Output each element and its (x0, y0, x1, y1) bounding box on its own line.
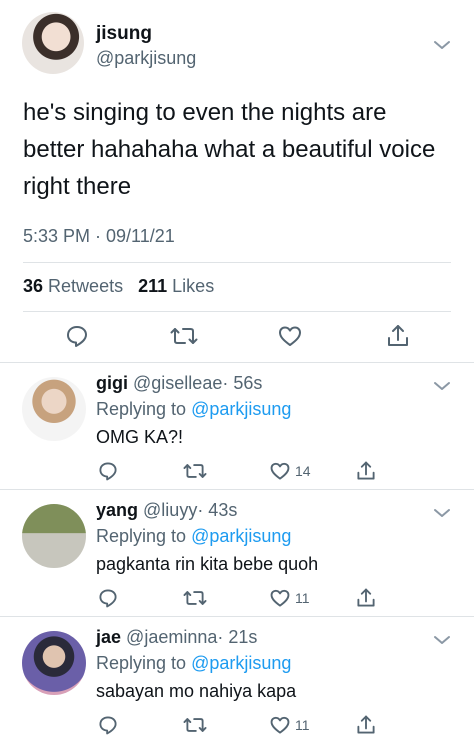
likes-stat[interactable]: 211 Likes (138, 276, 214, 296)
reply-tweet[interactable]: gigi @giselleae· 56s Replying to @parkji… (0, 363, 474, 489)
reply-text: sabayan mo nahiya kapa (96, 681, 297, 701)
tweet-text: he's singing to even the nights are bett… (23, 99, 436, 200)
author-name[interactable]: jae (96, 627, 121, 647)
retweet-button[interactable] (183, 587, 207, 609)
like-button[interactable]: 11 (269, 587, 310, 609)
reply-button[interactable] (97, 587, 119, 609)
reply-icon (67, 326, 87, 347)
tweet-stats: 36 Retweets 211 Likes (23, 276, 214, 297)
retweets-count: 36 (23, 276, 44, 296)
reply-actions: 11 (0, 714, 474, 738)
retweet-button[interactable] (183, 714, 207, 736)
like-count: 11 (295, 717, 310, 733)
mention-link[interactable]: @parkjisung (191, 653, 291, 673)
reply-button[interactable] (97, 714, 119, 736)
reply-header: jae @jaeminna· 21s (96, 627, 257, 648)
reply-time: · 21s (217, 627, 258, 647)
reply-button[interactable] (97, 460, 119, 482)
author-name[interactable]: gigi (96, 373, 128, 393)
avatar[interactable] (22, 12, 84, 74)
reply-actions: 14 (0, 460, 474, 484)
reply-button[interactable] (64, 323, 90, 349)
share-button[interactable] (385, 323, 411, 349)
author-name[interactable]: jisung (96, 23, 152, 45)
reply-tweet[interactable]: yang @liuyy· 43s Replying to @parkjisung… (0, 490, 474, 616)
divider (23, 311, 451, 312)
mention-link[interactable]: @parkjisung (191, 526, 291, 546)
avatar[interactable] (22, 504, 86, 568)
tweet-actions (0, 323, 474, 353)
reply-text: pagkanta rin kita bebe quoh (96, 554, 319, 574)
author-name[interactable]: yang (96, 500, 138, 520)
share-button[interactable] (355, 714, 377, 736)
heart-icon (270, 462, 290, 480)
retweet-icon (183, 718, 207, 732)
reply-header: yang @liuyy· 43s (96, 500, 237, 521)
chevron-down-icon[interactable] (432, 506, 452, 520)
like-button[interactable] (277, 323, 303, 349)
likes-count: 211 (138, 276, 168, 296)
reply-actions: 11 (0, 587, 474, 611)
replying-to: Replying to @parkjisung (96, 399, 291, 420)
reply-icon (99, 462, 117, 481)
avatar[interactable] (22, 631, 86, 695)
replying-prefix: Replying to (96, 399, 187, 419)
divider (23, 262, 451, 263)
replying-to: Replying to @parkjisung (96, 526, 291, 547)
heart-icon (270, 716, 290, 734)
share-icon (357, 461, 375, 480)
reply-icon (99, 716, 117, 735)
reply-header: gigi @giselleae· 56s (96, 373, 262, 394)
share-icon (357, 588, 375, 607)
reply-time: · 43s (197, 500, 238, 520)
mention-link[interactable]: @parkjisung (191, 399, 291, 419)
heart-icon (279, 326, 301, 346)
author-handle[interactable]: @liuyy (143, 500, 197, 520)
retweets-stat[interactable]: 36 Retweets (23, 276, 123, 296)
avatar[interactable] (22, 377, 86, 441)
reply-tweet[interactable]: jae @jaeminna· 21s Replying to @parkjisu… (0, 617, 474, 743)
author-handle[interactable]: @jaeminna (126, 627, 217, 647)
replying-prefix: Replying to (96, 653, 187, 673)
retweet-icon (183, 464, 207, 478)
chevron-down-icon[interactable] (432, 38, 452, 52)
share-icon (357, 715, 375, 734)
author-handle[interactable]: @parkjisung (96, 48, 196, 69)
share-icon (388, 325, 408, 346)
reply-time: · 56s (222, 373, 263, 393)
replying-to: Replying to @parkjisung (96, 653, 291, 674)
like-count: 11 (295, 590, 310, 606)
retweet-icon (183, 591, 207, 605)
tweet-timestamp[interactable]: 5:33 PM · 09/11/21 (23, 226, 175, 247)
likes-label: Likes (172, 276, 215, 296)
reply-text: OMG KA?! (96, 427, 184, 447)
reply-icon (99, 589, 117, 608)
main-tweet: jisung @parkjisung he's singing to even … (0, 0, 474, 360)
like-count: 14 (295, 463, 311, 479)
like-button[interactable]: 11 (269, 714, 310, 736)
replying-prefix: Replying to (96, 526, 187, 546)
like-button[interactable]: 14 (269, 460, 311, 482)
chevron-down-icon[interactable] (432, 633, 452, 647)
retweet-button[interactable] (183, 460, 207, 482)
retweets-label: Retweets (48, 276, 124, 296)
retweet-button[interactable] (170, 323, 198, 349)
share-button[interactable] (355, 587, 377, 609)
heart-icon (270, 589, 290, 607)
chevron-down-icon[interactable] (432, 379, 452, 393)
share-button[interactable] (355, 460, 377, 482)
author-handle[interactable]: @giselleae (133, 373, 222, 393)
retweet-icon (170, 328, 198, 344)
